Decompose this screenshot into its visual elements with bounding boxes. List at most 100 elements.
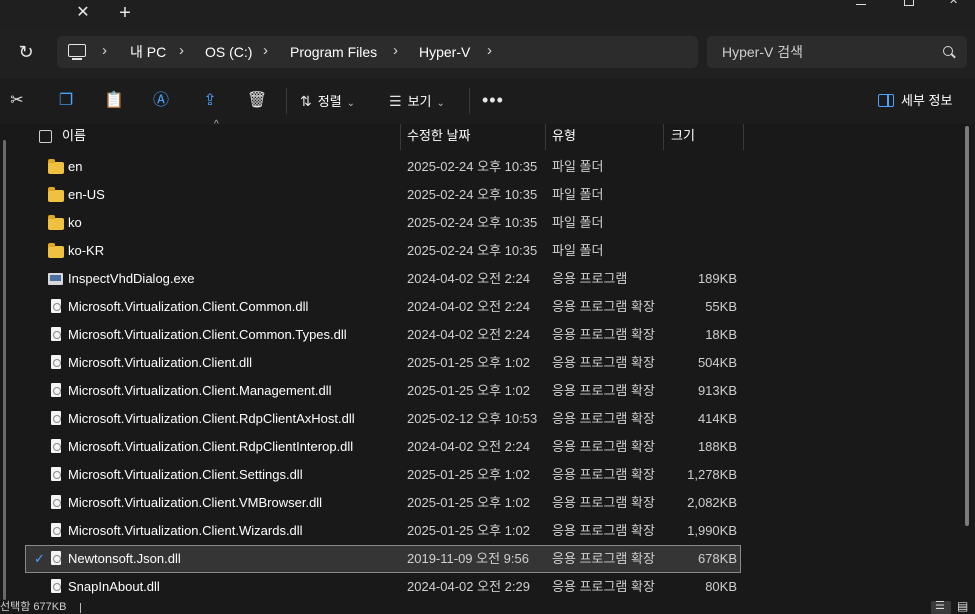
sort-icon: ⇅ — [300, 93, 312, 109]
column-modified[interactable]: 수정한 날짜 — [407, 124, 470, 150]
details-view-icon[interactable] — [931, 599, 951, 614]
file-modified-date: 2025-02-24 오후 10:35 — [407, 187, 538, 202]
breadcrumb-os-c[interactable]: OS (C:) — [205, 36, 252, 68]
address-bar[interactable]: › 내 PC › OS (C:) › Program Files › Hyper… — [57, 36, 698, 68]
file-type: 파일 폴더 — [552, 215, 604, 230]
select-all-checkbox[interactable] — [39, 130, 52, 143]
delete-icon[interactable]: 🗑 — [246, 90, 268, 112]
dll-icon — [51, 495, 61, 509]
file-name: ko — [68, 215, 82, 230]
file-row-selected[interactable]: ✓ Newtonsoft.Json.dll 2019-11-09 오전 9:56 응용… — [25, 545, 741, 573]
file-modified-date: 2024-04-02 오전 2:29 — [407, 579, 530, 594]
file-row[interactable]: en 2025-02-24 오후 10:35 파일 폴더 — [25, 153, 741, 181]
sort-button[interactable]: ⇅ 정렬 ⌄ — [300, 78, 355, 124]
more-options-button[interactable]: ••• — [482, 78, 504, 124]
tiles-view-icon[interactable] — [956, 599, 970, 613]
column-name[interactable]: 이름 — [62, 124, 86, 150]
column-type[interactable]: 유형 — [552, 124, 576, 150]
column-divider[interactable] — [663, 124, 664, 150]
file-row[interactable]: ko 2025-02-24 오후 10:35 파일 폴더 — [25, 209, 741, 237]
file-row[interactable]: SnapInAbout.dll 2024-04-02 오전 2:29 응용 프로그램… — [25, 573, 741, 601]
file-name: Microsoft.Virtualization.Client.dll — [68, 355, 252, 370]
file-modified-date: 2025-02-24 오후 10:35 — [407, 215, 538, 230]
search-box[interactable]: Hyper-V 검색 — [707, 36, 967, 68]
file-type: 응용 프로그램 확장 — [552, 495, 655, 510]
view-button[interactable]: ☰ 보기 ⌄ — [389, 78, 445, 124]
file-modified-date: 2024-04-02 오전 2:24 — [407, 439, 530, 454]
file-row[interactable]: Microsoft.Virtualization.Client.Manageme… — [25, 377, 741, 405]
refresh-icon[interactable]: ↻ — [14, 40, 38, 64]
file-row[interactable]: Microsoft.Virtualization.Client.Settings… — [25, 461, 741, 489]
file-name: Microsoft.Virtualization.Client.Settings… — [68, 467, 303, 482]
file-type: 파일 폴더 — [552, 187, 604, 202]
chevron-right-icon[interactable]: › — [179, 36, 184, 68]
file-row[interactable]: Microsoft.Virtualization.Client.VMBrowse… — [25, 489, 741, 517]
toolbar-divider — [469, 88, 470, 114]
breadcrumb-hyper-v[interactable]: Hyper-V — [419, 36, 470, 68]
file-row[interactable]: Microsoft.Virtualization.Client.RdpClien… — [25, 405, 741, 433]
file-row[interactable]: InspectVhdDialog.exe 2024-04-02 오전 2:24 응용… — [25, 265, 741, 293]
column-divider[interactable] — [743, 124, 744, 150]
folder-icon — [48, 159, 64, 174]
file-row[interactable]: Microsoft.Virtualization.Client.RdpClien… — [25, 433, 741, 461]
file-name: Microsoft.Virtualization.Client.VMBrowse… — [68, 495, 323, 510]
file-row[interactable]: Microsoft.Virtualization.Client.Wizards.… — [25, 517, 741, 545]
file-name: en — [68, 159, 83, 174]
navigation-pane-scrollbar[interactable] — [3, 140, 6, 600]
column-divider[interactable] — [545, 124, 546, 150]
close-window-button[interactable] — [932, 0, 975, 10]
file-type: 응용 프로그램 확장 — [552, 523, 655, 538]
file-name: ko-KR — [68, 243, 105, 258]
chevron-down-icon: ⌄ — [346, 98, 356, 109]
details-pane-button[interactable]: 세부 정보 — [878, 78, 952, 124]
file-type: 응용 프로그램 확장 — [552, 299, 655, 314]
vertical-scrollbar[interactable] — [965, 126, 969, 526]
share-icon[interactable]: ⇪ — [199, 90, 221, 112]
rename-icon[interactable]: Ⓐ — [150, 90, 172, 112]
row-checkbox-checked-icon[interactable]: ✓ — [34, 552, 45, 566]
chevron-right-icon[interactable]: › — [102, 36, 107, 68]
maximize-button[interactable] — [886, 0, 932, 10]
close-tab-icon[interactable]: ✕ — [72, 2, 94, 24]
search-icon[interactable] — [943, 46, 953, 56]
dll-icon — [51, 383, 61, 397]
breadcrumb-program-files[interactable]: Program Files — [290, 36, 377, 68]
file-modified-date: 2024-04-02 오전 2:24 — [407, 299, 530, 314]
column-divider[interactable] — [400, 124, 401, 150]
chevron-right-icon[interactable]: › — [263, 36, 268, 68]
file-row[interactable]: Microsoft.Virtualization.Client.Common.d… — [25, 293, 741, 321]
search-input[interactable]: Hyper-V 검색 — [722, 36, 803, 68]
file-modified-date: 2025-02-24 오후 10:35 — [407, 243, 538, 258]
dll-icon — [51, 327, 61, 341]
file-name: SnapInAbout.dll — [68, 579, 160, 594]
file-type: 응용 프로그램 확장 — [552, 327, 655, 342]
chevron-right-icon[interactable]: › — [393, 36, 398, 68]
file-row[interactable]: Microsoft.Virtualization.Client.dll 2025-… — [25, 349, 741, 377]
file-type: 응용 프로그램 확장 — [552, 467, 655, 482]
copy-icon[interactable]: ❐ — [55, 90, 77, 112]
new-tab-icon[interactable]: + — [113, 2, 137, 24]
file-name: Newtonsoft.Json.dll — [68, 551, 181, 566]
chevron-right-icon[interactable]: › — [487, 36, 492, 68]
file-name: Microsoft.Virtualization.Client.RdpClien… — [68, 411, 355, 426]
file-size — [665, 209, 737, 237]
file-type: 파일 폴더 — [552, 159, 604, 174]
cut-icon[interactable]: ✂ — [6, 90, 28, 112]
details-label: 세부 정보 — [901, 93, 953, 108]
file-row[interactable]: en-US 2025-02-24 오후 10:35 파일 폴더 — [25, 181, 741, 209]
dll-icon — [51, 439, 61, 453]
paste-icon[interactable]: 📋 — [103, 90, 125, 112]
file-modified-date: 2025-01-25 오후 1:02 — [407, 523, 530, 538]
computer-icon[interactable] — [68, 44, 86, 60]
file-modified-date: 2025-02-12 오후 10:53 — [407, 411, 538, 426]
file-explorer-window: ✕ + ↻ › 내 PC › OS (C:) › Program Files ›… — [0, 0, 975, 614]
dll-icon — [51, 467, 61, 481]
file-modified-date: 2025-01-25 오후 1:02 — [407, 467, 530, 482]
file-row[interactable]: Microsoft.Virtualization.Client.Common.T… — [25, 321, 741, 349]
file-type: 응용 프로그램 확장 — [552, 355, 655, 370]
tab-hyper-v[interactable]: ✕ — [0, 0, 103, 28]
minimize-button[interactable] — [837, 0, 883, 10]
breadcrumb-this-pc[interactable]: 내 PC — [130, 36, 166, 68]
file-row[interactable]: ko-KR 2025-02-24 오후 10:35 파일 폴더 — [25, 237, 741, 265]
column-size[interactable]: 크기 — [671, 124, 695, 150]
